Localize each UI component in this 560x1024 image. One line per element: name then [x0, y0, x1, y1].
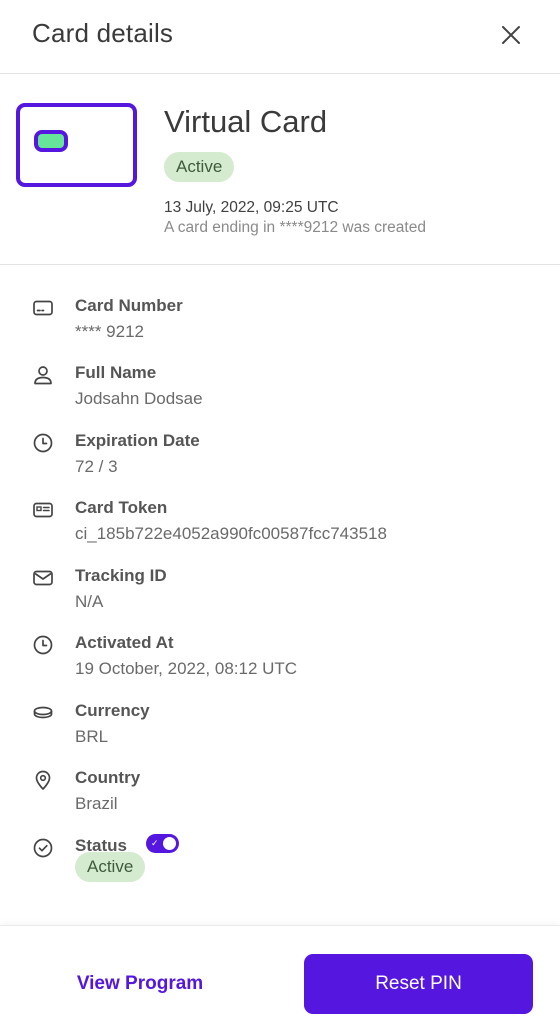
tracking-id-label: Tracking ID [75, 566, 167, 585]
detail-country: Country Brazil [0, 768, 560, 828]
card-illustration [16, 103, 137, 187]
status-badge: Active [75, 852, 146, 882]
full-name-label: Full Name [75, 363, 157, 382]
panel-header: Card details [0, 0, 560, 74]
credit-card-icon [33, 300, 53, 316]
card-token-value: ci_185b722e4052a990fc00587fcc743518 [75, 524, 387, 543]
card-number-label: Card Number [75, 296, 183, 315]
map-pin-icon [35, 770, 51, 790]
card-token-label: Card Token [75, 498, 168, 517]
card-number-value: **** 9212 [75, 322, 145, 341]
detail-tracking-id: Tracking ID N/A [0, 566, 560, 626]
event-date: 13 July, 2022, 09:25 UTC [164, 199, 339, 216]
check-circle-icon [33, 838, 53, 858]
card-title: Virtual Card [164, 104, 328, 139]
clock-icon [33, 635, 53, 655]
panel-footer: View Program Reset PIN [0, 925, 560, 1024]
card-summary: Virtual Card Active 13 July, 2022, 09:25… [0, 74, 560, 265]
panel-title: Card details [32, 18, 174, 48]
detail-currency: Currency BRL [0, 701, 560, 761]
detail-expiration-date: Expiration Date 72 / 3 [0, 431, 560, 491]
clock-icon [33, 433, 53, 453]
currency-label: Currency [75, 701, 150, 720]
detail-card-number: Card Number **** 9212 [0, 296, 560, 356]
full-name-value: Jodsahn Dodsae [75, 389, 203, 408]
activated-at-value: 19 October, 2022, 08:12 UTC [75, 659, 298, 678]
view-program-button[interactable]: View Program [32, 954, 248, 1014]
card-details-panel: Card details Virtual Card Active 13 July… [0, 0, 560, 1024]
coin-icon [33, 706, 53, 719]
country-value: Brazil [75, 794, 118, 813]
toggle-knob [163, 837, 176, 850]
expiration-date-value: 72 / 3 [75, 457, 118, 476]
activated-at-label: Activated At [75, 633, 174, 652]
detail-status: Status ✓ Active [0, 834, 560, 896]
detail-full-name: Full Name Jodsahn Dodsae [0, 363, 560, 423]
card-chip [34, 130, 68, 152]
country-label: Country [75, 768, 141, 787]
currency-value: BRL [75, 727, 109, 746]
close-button[interactable] [496, 20, 526, 50]
tracking-id-value: N/A [75, 592, 104, 611]
status-toggle[interactable]: ✓ [146, 834, 179, 853]
event-description: A card ending in ****9212 was created [164, 219, 426, 236]
card-status-badge: Active [164, 152, 235, 182]
mail-icon [33, 570, 53, 586]
detail-activated-at: Activated At 19 October, 2022, 08:12 UTC [0, 633, 560, 693]
expiration-date-label: Expiration Date [75, 431, 200, 450]
check-icon: ✓ [151, 838, 159, 848]
user-icon [34, 366, 52, 385]
id-card-icon [33, 502, 53, 518]
reset-pin-button[interactable]: Reset PIN [304, 954, 533, 1014]
close-icon [502, 26, 520, 44]
detail-card-token: Card Token ci_185b722e4052a990fc00587fcc… [0, 498, 560, 558]
